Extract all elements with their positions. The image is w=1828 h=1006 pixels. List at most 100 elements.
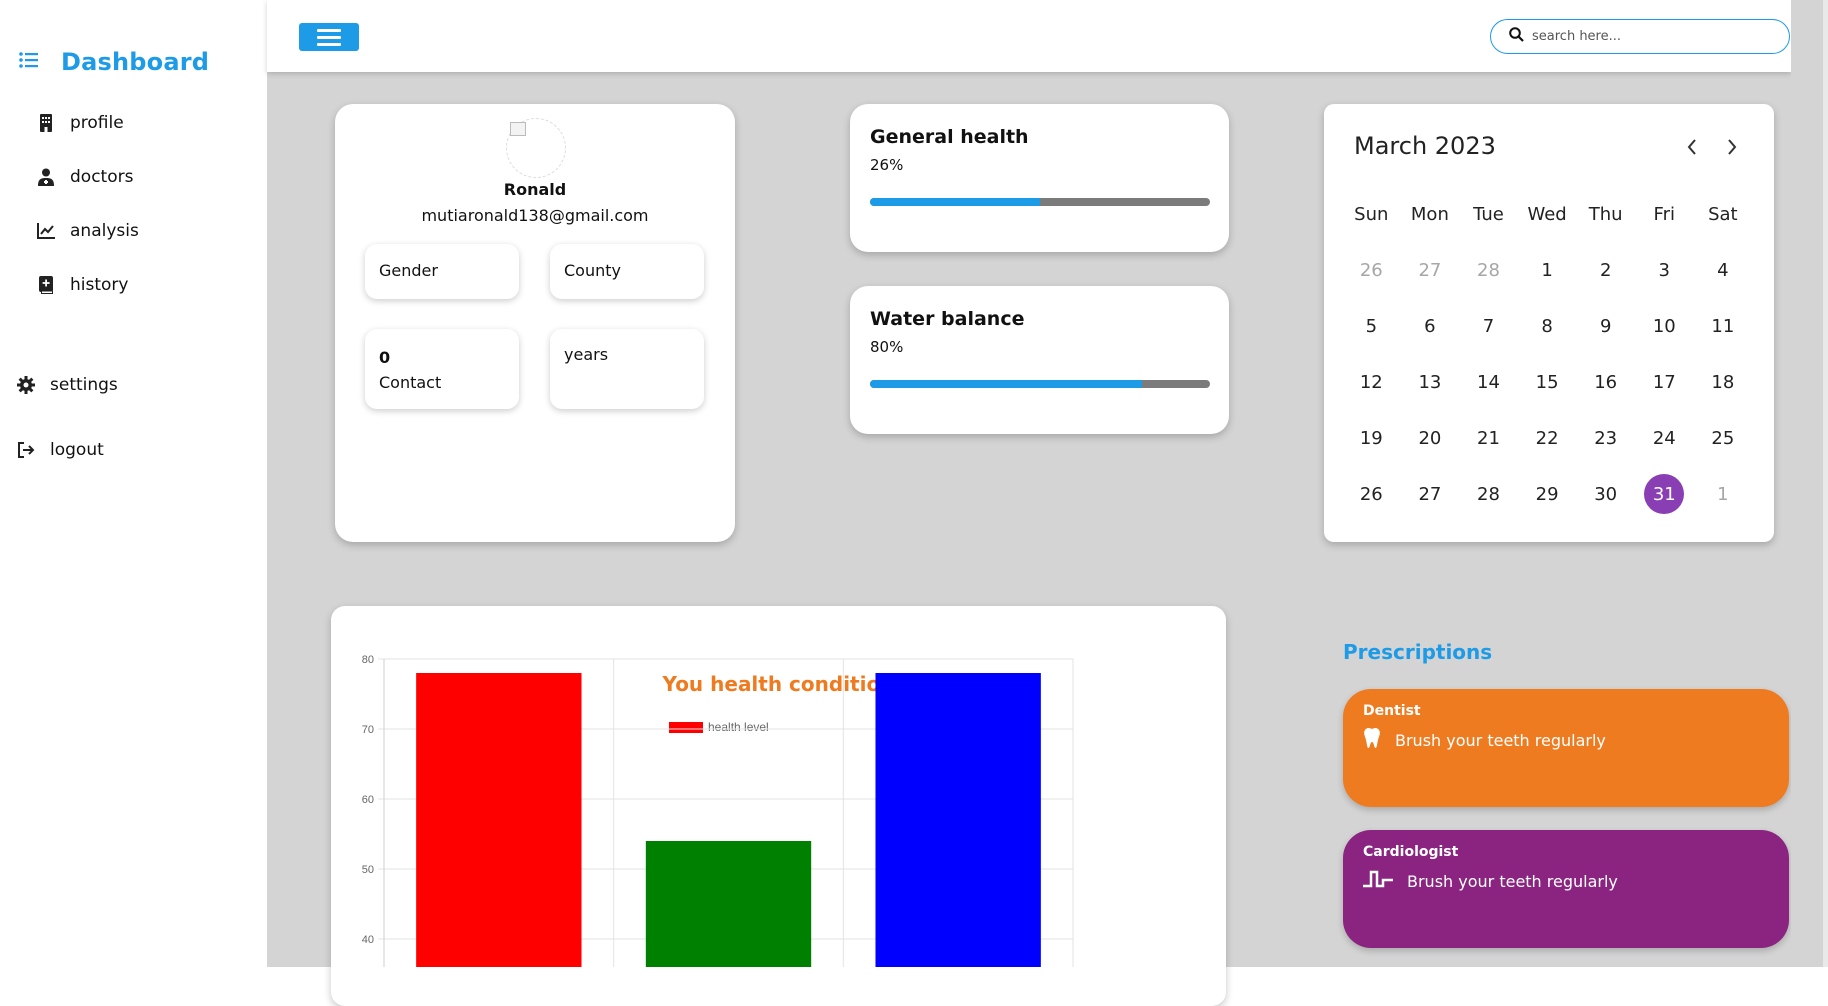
calendar-day-number: 9 (1599, 315, 1612, 337)
prescription-text: Brush your teeth regularly (1395, 730, 1606, 750)
years-box: years (550, 329, 704, 409)
book-icon (36, 276, 56, 294)
calendar-day[interactable]: 23 (1576, 410, 1635, 466)
search-input[interactable] (1530, 28, 1774, 45)
calendar-day[interactable]: 29 (1518, 466, 1577, 522)
calendar-day[interactable]: 14 (1459, 354, 1518, 410)
prescription-card-dentist[interactable]: Dentist Brush your teeth regularly (1343, 689, 1789, 807)
calendar-day-number: 13 (1418, 371, 1442, 393)
sidebar-item-label: logout (50, 440, 104, 460)
health-value: 80% (870, 338, 904, 356)
calendar-day[interactable]: 30 (1576, 466, 1635, 522)
calendar-day[interactable]: 27 (1401, 242, 1460, 298)
sidebar-item-settings[interactable]: settings (16, 375, 118, 395)
calendar-day[interactable]: 10 (1635, 298, 1694, 354)
sidebar-item-history[interactable]: history (36, 275, 128, 295)
calendar-day[interactable]: 1 (1518, 242, 1577, 298)
calendar-day[interactable]: 15 (1518, 354, 1577, 410)
calendar-day[interactable]: 20 (1401, 410, 1460, 466)
gender-label: Gender (379, 261, 438, 280)
calendar-day[interactable]: 28 (1459, 242, 1518, 298)
search-box[interactable] (1490, 19, 1790, 54)
calendar-day[interactable]: 27 (1401, 466, 1460, 522)
y-tick-label: 80 (362, 654, 374, 666)
sidebar-item-logout[interactable]: logout (16, 440, 104, 460)
calendar-title: March 2023 (1354, 132, 1496, 160)
calendar-day[interactable]: 2 (1576, 242, 1635, 298)
calendar-day[interactable]: 8 (1518, 298, 1577, 354)
sidebar-brand[interactable]: Dashboard (19, 48, 209, 76)
weekday-label: Thu (1588, 203, 1623, 225)
calendar-day[interactable]: 17 (1635, 354, 1694, 410)
calendar-day[interactable]: 16 (1576, 354, 1635, 410)
calendar-day[interactable]: 5 (1342, 298, 1401, 354)
calendar-day[interactable]: 22 (1518, 410, 1577, 466)
calendar: March 2023 Sun Mon Tue Wed Thu Fri Sat 26 27 28 1 2… (1324, 104, 1774, 542)
years-label: years (564, 345, 609, 364)
gear-icon (16, 376, 36, 394)
calendar-day[interactable]: 21 (1459, 410, 1518, 466)
calendar-day[interactable]: 7 (1459, 298, 1518, 354)
calendar-day-number: 8 (1541, 315, 1553, 337)
calendar-day[interactable]: 26 (1342, 242, 1401, 298)
chevron-left-icon[interactable] (1686, 138, 1698, 160)
prescription-card-cardiologist[interactable]: Cardiologist Brush your teeth regularly (1343, 830, 1789, 948)
sidebar: Dashboard profile doctors analysis histo… (0, 0, 267, 967)
calendar-day-today[interactable]: 31 (1635, 466, 1694, 522)
calendar-day[interactable]: 24 (1635, 410, 1694, 466)
avatar[interactable] (506, 118, 566, 178)
calendar-day[interactable]: 11 (1694, 298, 1753, 354)
calendar-day[interactable]: 28 (1459, 466, 1518, 522)
calendar-day[interactable]: 13 (1401, 354, 1460, 410)
sidebar-item-profile[interactable]: profile (36, 113, 124, 133)
sidebar-item-analysis[interactable]: analysis (36, 221, 139, 241)
prescription-doctor: Dentist (1363, 703, 1421, 719)
calendar-day-number: 25 (1711, 427, 1735, 449)
progress-fill (870, 198, 1040, 206)
calendar-day-number: 4 (1717, 259, 1729, 281)
broken-image-icon (510, 122, 526, 136)
weekday-label: Sun (1354, 203, 1389, 225)
health-value: 26% (870, 156, 904, 174)
tooth-icon (1363, 727, 1381, 753)
calendar-day-number: 28 (1477, 259, 1500, 281)
calendar-day[interactable]: 26 (1342, 466, 1401, 522)
calendar-day-number: 18 (1711, 371, 1735, 393)
calendar-day-number: 2 (1599, 259, 1612, 281)
user-doctor-icon (36, 168, 56, 186)
menu-toggle-button[interactable] (299, 23, 359, 51)
calendar-day-number: 14 (1477, 371, 1500, 393)
calendar-day[interactable]: 3 (1635, 242, 1694, 298)
contact-value: 0 (379, 348, 391, 367)
calendar-day[interactable]: 25 (1694, 410, 1753, 466)
calendar-day-number: 28 (1477, 483, 1500, 505)
calendar-day[interactable]: 18 (1694, 354, 1753, 410)
y-tick-label: 60 (362, 794, 374, 806)
calendar-day[interactable]: 12 (1342, 354, 1401, 410)
building-icon (36, 114, 56, 132)
chevron-right-icon[interactable] (1726, 138, 1738, 160)
calendar-day-number: 20 (1418, 427, 1442, 449)
calendar-day-number: 26 (1359, 483, 1383, 505)
calendar-day[interactable]: 19 (1342, 410, 1401, 466)
sidebar-item-doctors[interactable]: doctors (36, 167, 133, 187)
calendar-day[interactable]: 9 (1576, 298, 1635, 354)
health-title: General health (870, 126, 1029, 148)
sidebar-item-label: history (70, 275, 129, 295)
scrollbar[interactable] (1823, 0, 1828, 967)
chart-bar (875, 673, 1041, 967)
health-chart-card: You health condition health level 80 70 60 5… (331, 606, 1226, 1006)
calendar-day[interactable]: 1 (1694, 466, 1753, 522)
calendar-day[interactable]: 4 (1694, 242, 1753, 298)
search-icon (1509, 27, 1524, 46)
y-tick-label: 40 (362, 934, 374, 946)
chart-bar (416, 673, 582, 967)
calendar-day-number: 27 (1418, 483, 1442, 505)
calendar-day-number: 19 (1359, 427, 1383, 449)
weekday-label: Mon (1410, 203, 1449, 225)
calendar-day-number: 30 (1594, 483, 1618, 505)
calendar-day-number: 10 (1652, 315, 1676, 337)
calendar-grid: Sun Mon Tue Wed Thu Fri Sat 26 27 28 1 2 3 4 5 6 7 8 9 10 11… (1342, 186, 1752, 522)
calendar-day-number: 15 (1535, 371, 1559, 393)
calendar-day[interactable]: 6 (1401, 298, 1460, 354)
